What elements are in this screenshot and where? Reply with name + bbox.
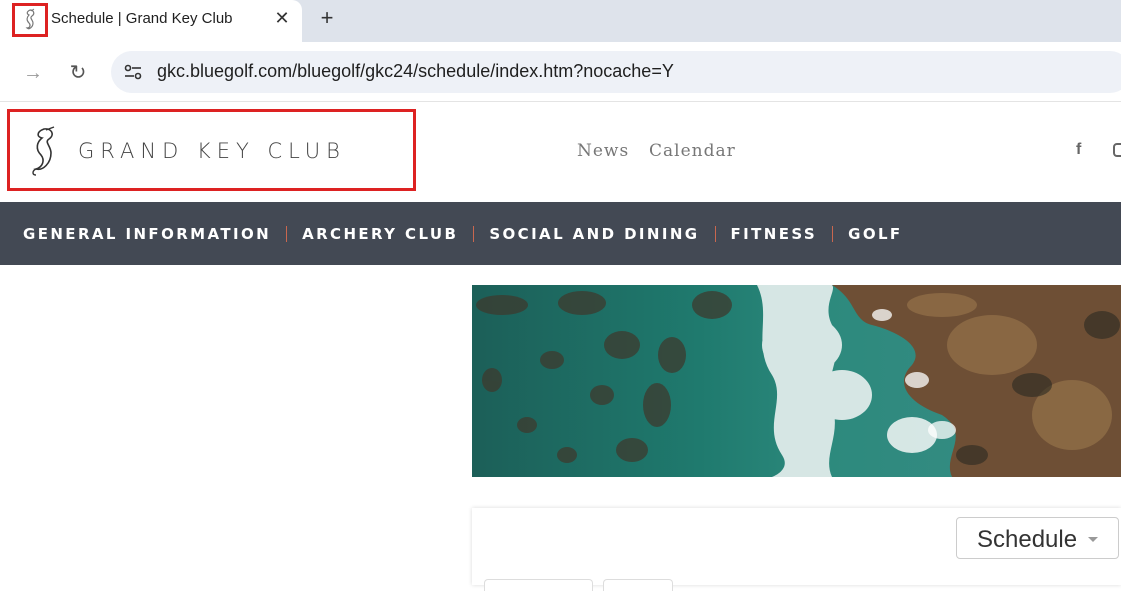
seahorse-logo-icon [32, 126, 55, 176]
sub-tab[interactable] [484, 579, 593, 591]
sub-tab[interactable] [603, 579, 673, 591]
site-logo[interactable]: GRAND KEY CLUB [7, 109, 416, 191]
site-header: GRAND KEY CLUB News Calendar f [0, 103, 1121, 202]
schedule-dropdown-label: Schedule [977, 526, 1078, 553]
facebook-icon[interactable]: f [1076, 141, 1081, 159]
tab-title: Schedule | Grand Key Club [51, 10, 233, 27]
browser-tab[interactable]: Schedule | Grand Key Club ✕ [0, 0, 302, 42]
nav-fitness[interactable]: FITNESS [731, 225, 818, 243]
schedule-dropdown[interactable]: Schedule [956, 517, 1119, 559]
seahorse-favicon-icon [12, 3, 48, 37]
main-nav: GENERAL INFORMATION ARCHERY CLUB SOCIAL … [0, 202, 1121, 265]
nav-separator [286, 225, 288, 242]
calendar-link[interactable]: Calendar [649, 141, 736, 161]
browser-toolbar: → ↻ gkc.bluegolf.com/bluegolf/gkc24/sche… [0, 42, 1121, 102]
close-tab-icon[interactable]: ✕ [272, 8, 292, 28]
address-bar[interactable]: gkc.bluegolf.com/bluegolf/gkc24/schedule… [111, 51, 1121, 93]
nav-general-information[interactable]: GENERAL INFORMATION [23, 225, 271, 243]
news-link[interactable]: News [577, 141, 629, 161]
nav-separator [832, 225, 834, 242]
nav-separator [473, 225, 475, 242]
caret-down-icon [1088, 537, 1098, 542]
instagram-icon[interactable] [1113, 143, 1121, 157]
site-settings-icon[interactable] [121, 60, 145, 84]
hero-coastline-image [472, 285, 1121, 477]
nav-separator [714, 225, 716, 242]
new-tab-icon[interactable]: + [315, 6, 339, 30]
forward-arrow-icon[interactable]: → [20, 60, 46, 86]
nav-social-and-dining[interactable]: SOCIAL AND DINING [489, 225, 699, 243]
tab-bar: Schedule | Grand Key Club ✕ + [0, 0, 1121, 42]
url-text[interactable]: gkc.bluegolf.com/bluegolf/gkc24/schedule… [157, 61, 674, 82]
logo-wordmark: GRAND KEY CLUB [78, 139, 346, 163]
reload-icon[interactable]: ↻ [65, 60, 91, 86]
content-card: Schedule [472, 508, 1121, 591]
nav-archery-club[interactable]: ARCHERY CLUB [302, 225, 458, 243]
nav-golf[interactable]: GOLF [848, 225, 902, 243]
